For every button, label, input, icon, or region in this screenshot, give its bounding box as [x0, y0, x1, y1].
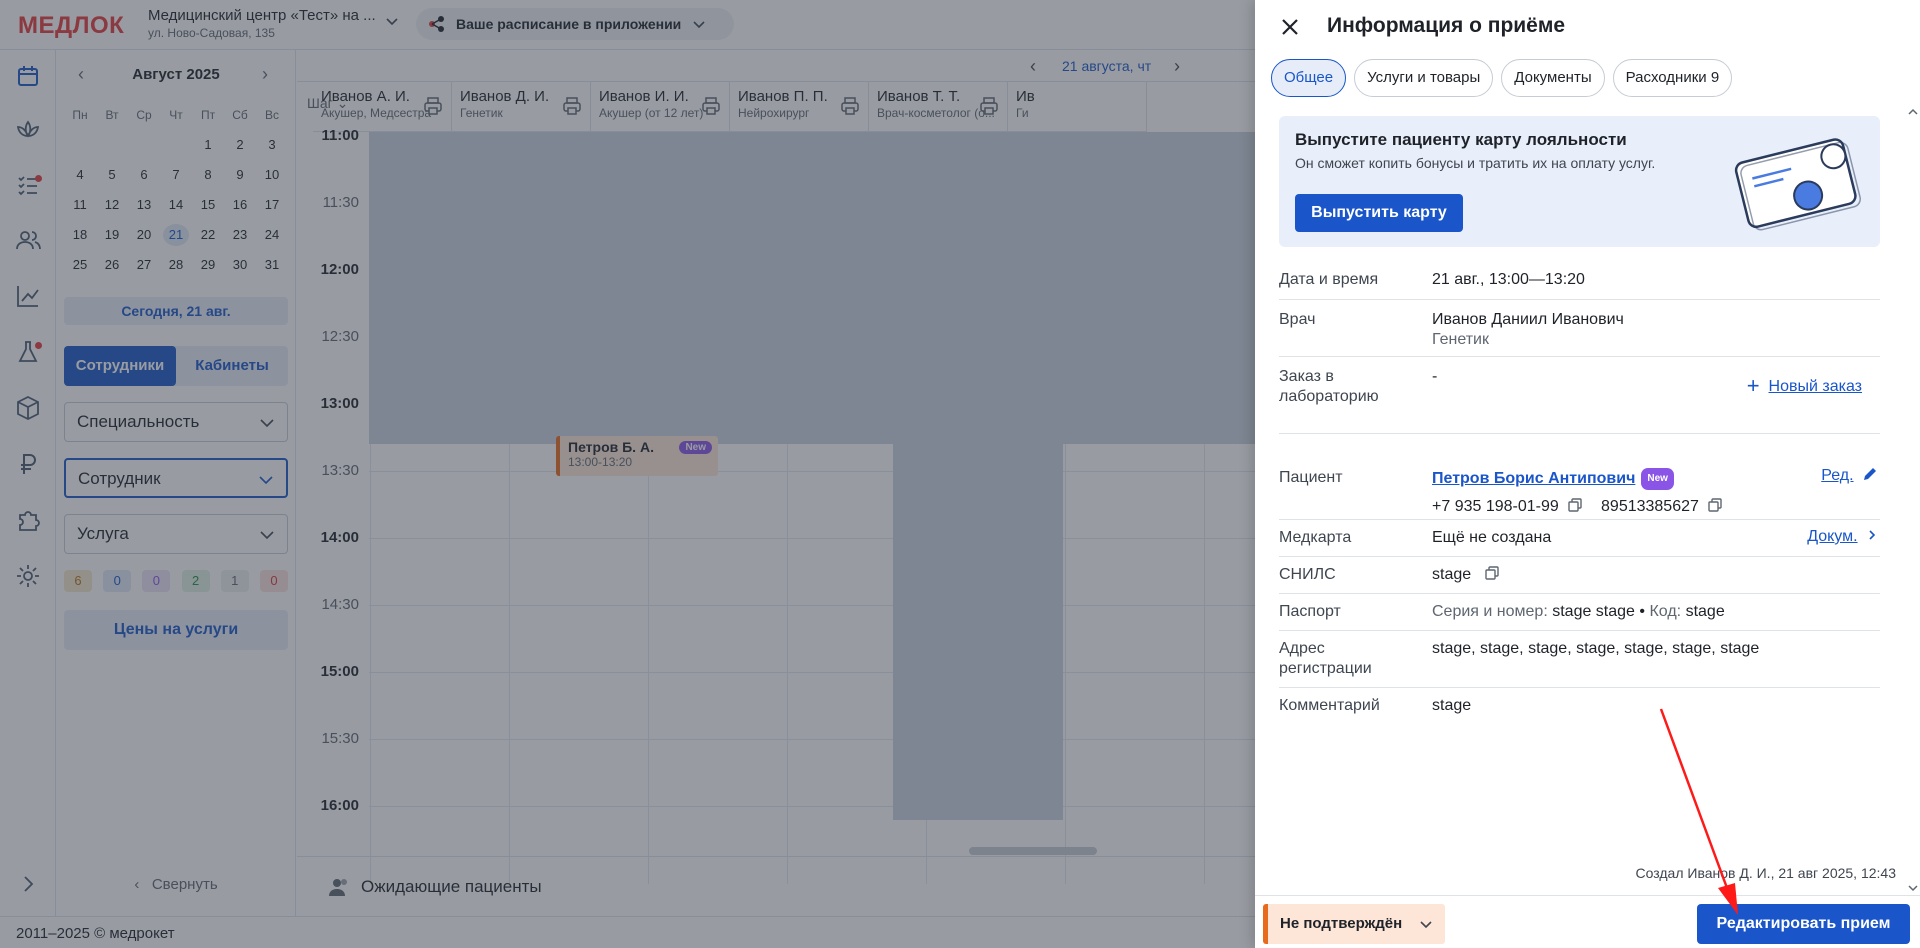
pencil-icon [1864, 468, 1876, 480]
loyalty-card-promo: Выпустите пациенту карту лояльности Он с… [1279, 116, 1880, 247]
chevron-up-icon [1908, 108, 1918, 115]
new-badge: New [1641, 468, 1674, 490]
medcard-row: Медкарта Ещё не создана Докум. [1279, 520, 1880, 557]
close-icon[interactable] [1277, 14, 1303, 40]
new-order-label: Новый заказ [1768, 378, 1862, 395]
passport-row: Паспорт Серия и номер: stage stage • Код… [1279, 594, 1880, 631]
bullet-separator: • [1639, 603, 1646, 620]
patient-row: Пациент Петров Борис Антипович New +7 935… [1279, 458, 1880, 520]
lab-order-row: Заказ в лабораторию - + Новый заказ [1279, 357, 1880, 434]
comment-row: Комментарий stage [1279, 688, 1880, 728]
chevron-right-icon [1869, 530, 1876, 540]
phone-secondary: 89513385627 [1601, 498, 1699, 515]
new-order-link[interactable]: + Новый заказ [1747, 373, 1862, 399]
phone-primary: +7 935 198-01-99 [1432, 498, 1559, 515]
patient-name-link[interactable]: Петров Борис Антипович [1432, 470, 1635, 487]
plus-icon: + [1746, 373, 1760, 398]
panel-tab[interactable]: Услуги и товары [1354, 59, 1494, 97]
doctor-info: Иванов Даниил Иванович Генетик [1432, 310, 1624, 350]
comment-label: Комментарий [1279, 697, 1380, 714]
address-value: stage, stage, stage, stage, stage, stage… [1432, 640, 1760, 657]
edit-appointment-button[interactable]: Редактировать прием [1697, 904, 1910, 944]
doctor-name: Иванов Даниил Иванович [1432, 311, 1624, 328]
appointment-info-panel: Информация о приёме Общее Услуги и товары… [1255, 0, 1920, 948]
datetime-row: Дата и время 21 авг., 13:00—13:20 [1279, 260, 1880, 300]
passport-label: Паспорт [1279, 603, 1341, 620]
medcard-value: Ещё не создана [1432, 529, 1552, 546]
passport-series-label: Серия и номер: [1432, 603, 1548, 620]
snils-label: СНИЛС [1279, 566, 1336, 583]
copy-icon[interactable] [1707, 497, 1723, 513]
chevron-down-icon [1908, 885, 1918, 892]
snils-info: stage [1432, 565, 1500, 585]
doctor-specialty: Генетик [1432, 331, 1489, 348]
status-label: Не подтверждён [1280, 915, 1403, 932]
comment-value: stage [1432, 697, 1472, 714]
address-label: Адрес регистрации [1279, 640, 1372, 677]
edit-patient-label: Ред. [1821, 467, 1854, 484]
copy-icon[interactable] [1484, 565, 1500, 581]
lab-order-value: - [1432, 368, 1438, 385]
medcard-label: Медкарта [1279, 529, 1352, 546]
passport-series-value: stage stage [1552, 603, 1635, 620]
lab-order-label: Заказ в лабораторию [1279, 368, 1379, 405]
panel-footer: Не подтверждён Редактировать прием [1255, 895, 1920, 948]
modal-backdrop[interactable] [0, 0, 1255, 948]
copy-icon[interactable] [1567, 497, 1583, 513]
doctor-row: Врач Иванов Даниил Иванович Генетик [1279, 300, 1880, 357]
panel-tab[interactable]: Расходники 9 [1612, 59, 1733, 97]
loyalty-subtitle: Он сможет копить бонусы и тратить их на … [1295, 155, 1656, 171]
snils-row: СНИЛС stage [1279, 557, 1880, 594]
issue-card-button[interactable]: Выпустить карту [1295, 194, 1463, 232]
snils-value: stage [1432, 566, 1472, 583]
panel-tab[interactable]: Документы [1501, 59, 1605, 97]
patient-label: Пациент [1279, 469, 1343, 486]
passport-code-value: stage [1685, 603, 1725, 620]
documents-label: Докум. [1807, 528, 1858, 545]
address-row: Адрес регистрации stage, stage, stage, s… [1279, 631, 1880, 688]
passport-info: Серия и номер: stage stage • Код: stage [1432, 602, 1725, 622]
doctor-label: Врач [1279, 311, 1316, 328]
datetime-value: 21 авг., 13:00—13:20 [1432, 271, 1585, 288]
panel-tab[interactable]: Общее [1271, 59, 1347, 97]
patient-info: Петров Борис Антипович New +7 935 198-01-… [1432, 468, 1852, 517]
datetime-label: Дата и время [1279, 271, 1379, 288]
loyalty-card-illustration [1734, 138, 1862, 231]
edit-patient-link[interactable]: Ред. [1821, 466, 1878, 485]
panel-tabs: Общее Услуги и товары Документы Расходники … [1271, 59, 1733, 97]
panel-title: Информация о приёме [1327, 14, 1566, 37]
chevron-down-icon [1420, 921, 1432, 929]
loyalty-title: Выпустите пациенту карту лояльности [1295, 130, 1627, 149]
vertical-scrollbar[interactable] [1906, 105, 1920, 895]
passport-code-label: Код: [1649, 603, 1682, 620]
created-by: Создал Иванов Д. И., 21 авг 2025, 12:43 [1635, 865, 1896, 881]
status-select[interactable]: Не подтверждён [1263, 904, 1445, 944]
documents-link[interactable]: Докум. [1807, 528, 1878, 546]
